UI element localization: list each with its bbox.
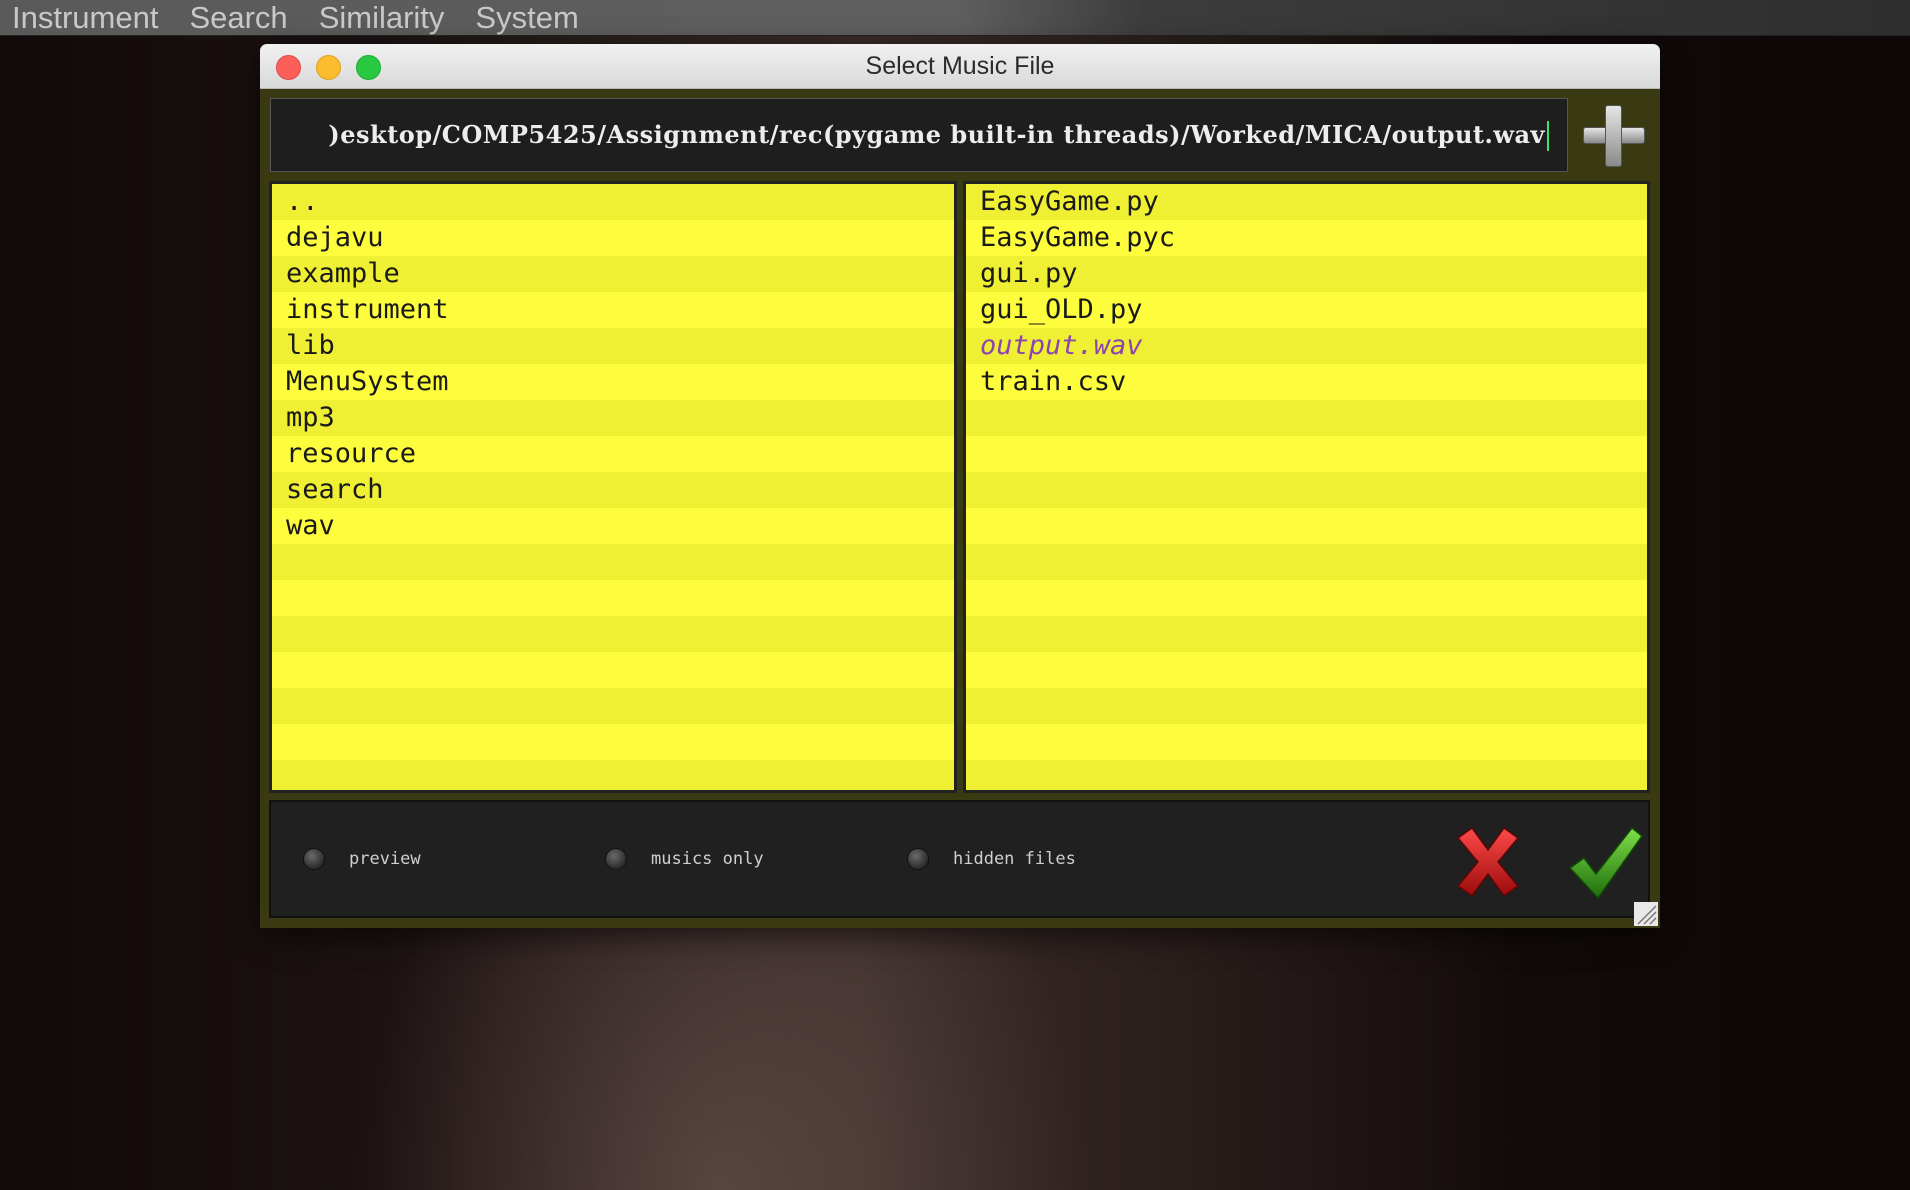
empty-row: [966, 472, 1647, 508]
red-x-icon: [1456, 826, 1520, 898]
preview-option[interactable]: preview: [303, 802, 421, 916]
empty-row: [272, 580, 954, 616]
hidden-files-label: hidden files: [953, 849, 1076, 869]
path-input[interactable]: )esktop/COMP5425/Assignment/rec(pygame b…: [270, 98, 1568, 172]
file-dialog-window: Select Music File )esktop/COMP5425/Assig…: [260, 44, 1660, 928]
window-title: Select Music File: [865, 52, 1055, 80]
directory-item[interactable]: instrument: [272, 292, 954, 328]
preview-label: preview: [349, 849, 421, 869]
empty-row: [966, 508, 1647, 544]
menu-similarity[interactable]: Similarity: [307, 0, 464, 35]
empty-row: [966, 616, 1647, 652]
directory-list[interactable]: .. dejavu example instrument lib MenuSys…: [269, 181, 957, 793]
preview-radio[interactable]: [303, 848, 325, 870]
empty-row: [272, 760, 954, 790]
plus-icon: [1583, 105, 1645, 167]
confirm-button[interactable]: [1566, 822, 1646, 902]
empty-row: [272, 616, 954, 652]
musics-only-option[interactable]: musics only: [605, 802, 764, 916]
directory-item[interactable]: example: [272, 256, 954, 292]
file-item[interactable]: gui.py: [966, 256, 1647, 292]
empty-row: [966, 760, 1647, 790]
hidden-files-option[interactable]: hidden files: [907, 802, 1076, 916]
file-item-selected[interactable]: output.wav: [966, 328, 1647, 364]
options-bar: preview musics only hidden files: [269, 800, 1650, 918]
path-input-text: )esktop/COMP5425/Assignment/rec(pygame b…: [328, 120, 1545, 149]
directory-item[interactable]: dejavu: [272, 220, 954, 256]
file-item[interactable]: EasyGame.pyc: [966, 220, 1647, 256]
empty-row: [966, 544, 1647, 580]
empty-row: [966, 724, 1647, 760]
musics-only-label: musics only: [651, 849, 764, 869]
cancel-button[interactable]: [1448, 822, 1528, 902]
directory-item[interactable]: mp3: [272, 400, 954, 436]
file-item[interactable]: EasyGame.py: [966, 184, 1647, 220]
empty-row: [966, 580, 1647, 616]
musics-only-radio[interactable]: [605, 848, 627, 870]
hidden-files-radio[interactable]: [907, 848, 929, 870]
empty-row: [272, 724, 954, 760]
menu-system[interactable]: System: [463, 0, 597, 35]
empty-row: [966, 652, 1647, 688]
text-cursor: [1547, 121, 1549, 151]
directory-item[interactable]: resource: [272, 436, 954, 472]
empty-row: [966, 400, 1647, 436]
directory-item[interactable]: MenuSystem: [272, 364, 954, 400]
green-check-icon: [1568, 826, 1644, 900]
menu-bar: Instrument Search Similarity System: [0, 0, 1910, 36]
menu-search[interactable]: Search: [177, 0, 306, 35]
title-bar: Select Music File: [260, 44, 1660, 89]
file-list[interactable]: EasyGame.py EasyGame.pyc gui.py gui_OLD.…: [963, 181, 1650, 793]
file-item[interactable]: gui_OLD.py: [966, 292, 1647, 328]
empty-row: [966, 688, 1647, 724]
empty-row: [272, 652, 954, 688]
directory-item[interactable]: ..: [272, 184, 954, 220]
empty-row: [966, 436, 1647, 472]
add-button[interactable]: [1578, 100, 1648, 170]
empty-row: [272, 544, 954, 580]
directory-item[interactable]: lib: [272, 328, 954, 364]
directory-item[interactable]: wav: [272, 508, 954, 544]
empty-row: [272, 688, 954, 724]
file-item[interactable]: train.csv: [966, 364, 1647, 400]
menu-instrument[interactable]: Instrument: [0, 0, 177, 35]
directory-item[interactable]: search: [272, 472, 954, 508]
resize-grip-icon[interactable]: [1634, 902, 1658, 926]
